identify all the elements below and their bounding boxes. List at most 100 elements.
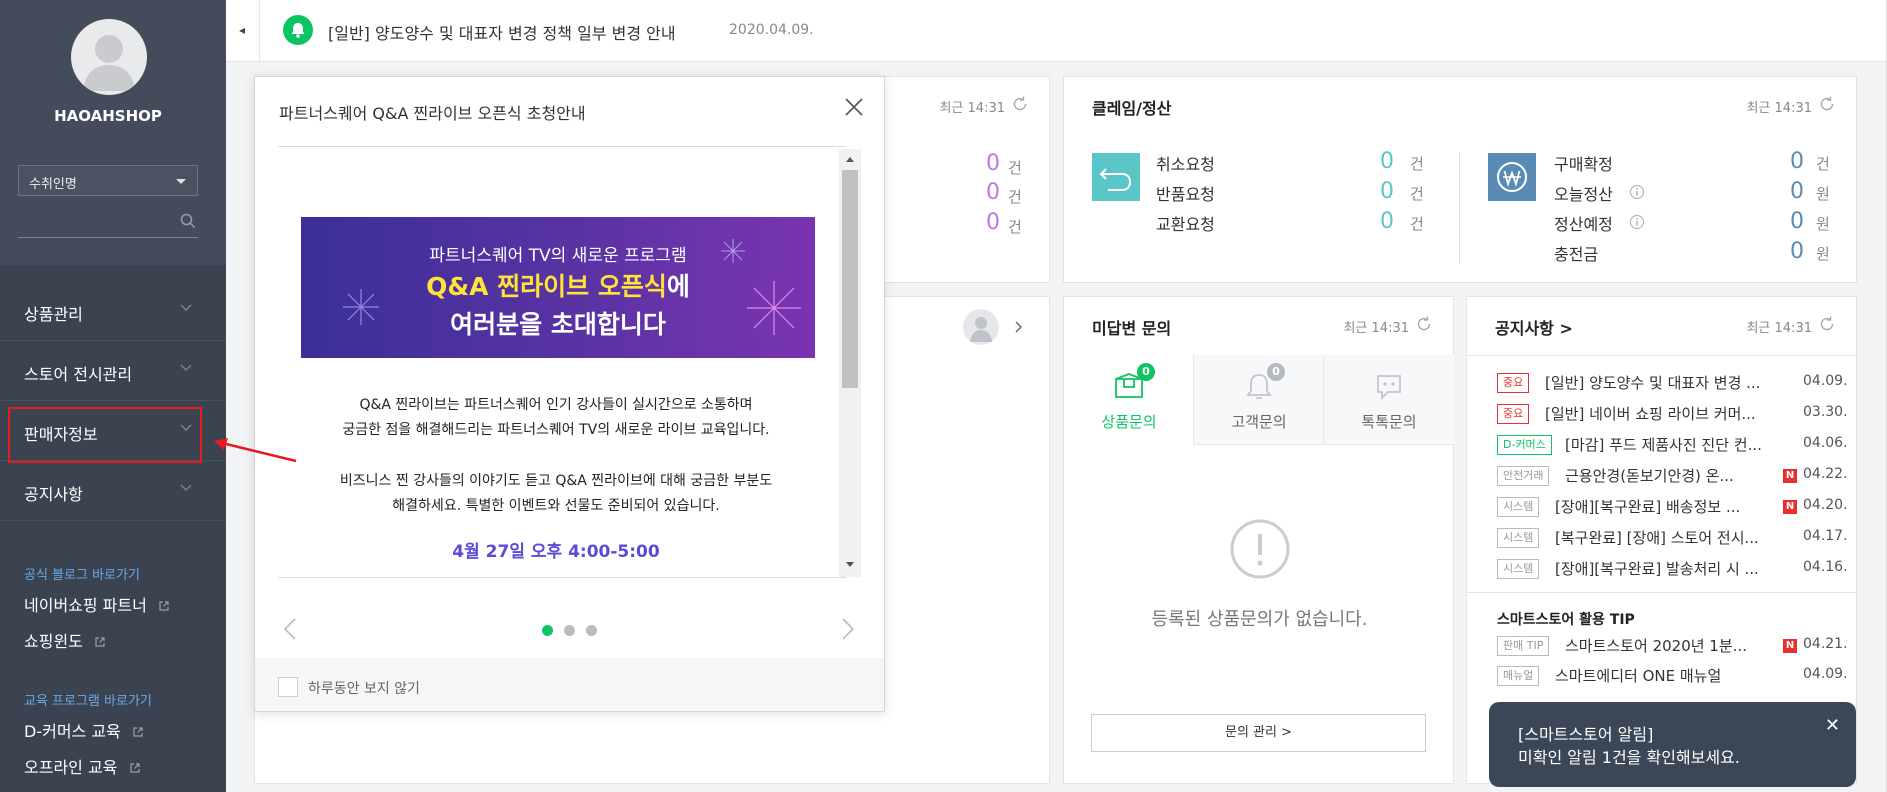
info-icon[interactable] [1629, 184, 1645, 200]
carousel-dot[interactable] [586, 625, 597, 636]
scroll-up-icon[interactable] [845, 155, 855, 163]
close-icon[interactable] [842, 95, 866, 119]
scrollbar[interactable] [839, 149, 861, 577]
notice-item[interactable]: 중요 [일반] 양도양수 및 대표자 변경 ... 04.09. [1467, 371, 1856, 395]
notices-title-link[interactable]: 공지사항 > [1495, 315, 1573, 339]
notice-headline-link[interactable]: [일반] 양도양수 및 대표자 변경 정책 일부 변경 안내 [328, 20, 676, 44]
claim-value[interactable]: 0 [1354, 149, 1394, 174]
count-unit: 건 [1008, 159, 1022, 177]
promo-banner[interactable]: 파트너스퀘어 TV의 새로운 프로그램 Q&A 찐라이브 오픈식에 여러분을 초… [301, 217, 815, 358]
settle-unit: 원 [1816, 185, 1830, 203]
carousel-next-icon[interactable] [841, 618, 855, 640]
carousel-dot-active[interactable] [542, 625, 553, 636]
link-offline-edu[interactable]: 오프라인 교육 [24, 754, 141, 778]
tip-text: 스마트스토어 2020년 1분... [1565, 637, 1747, 655]
refresh-icon[interactable] [1818, 315, 1836, 333]
tip-item[interactable]: 판매 TIP 스마트스토어 2020년 1분... N 04.21. [1467, 634, 1856, 658]
nav-label: 공지사항 [24, 485, 83, 504]
notice-item[interactable]: 시스템 [장애][복구완료] 배송정보 ... N 04.20. [1467, 495, 1856, 519]
divider [1467, 592, 1856, 593]
notice-item[interactable]: 안전거래 근용안경(돋보기안경) 온... N 04.22. [1467, 464, 1856, 488]
card-title: 클레임/정산 [1092, 99, 1172, 118]
chevron-right-icon[interactable] [1015, 321, 1023, 333]
refresh-icon[interactable] [1011, 95, 1029, 113]
sidebar: HAOAHSHOP 수취인명 상품관리 스토어 전시관리 판매자정보 공지사항 … [0, 0, 226, 792]
claim-value[interactable]: 0 [1354, 209, 1394, 234]
divider [1467, 355, 1856, 356]
blog-section-title: 공식 블로그 바로가기 [24, 568, 140, 583]
paragraph-line: 해결하세요. 특별한 이벤트와 선물도 준비되어 있습니다. [392, 498, 720, 514]
banner-headline: Q&A 찐라이브 오픈식에 [301, 267, 815, 303]
annotation-arrow-icon [214, 438, 297, 463]
carousel-dot[interactable] [564, 625, 575, 636]
external-link-icon [133, 727, 143, 737]
notice-date: 04.17. [1803, 528, 1848, 544]
nav-label: 상품관리 [24, 305, 83, 324]
unanswered-inquiries-card: 미답변 문의 최근 14:31 0 상품문의 0 고객문의 톡톡문의 등록된 상… [1063, 296, 1455, 784]
refresh-icon[interactable] [1415, 315, 1433, 333]
notice-text: [복구완료] [장애] 스토어 전시... [1555, 529, 1759, 547]
link-naver-shopping-partner[interactable]: 네이버쇼핑 파트너 [24, 592, 170, 616]
tip-item[interactable]: 매뉴얼 스마트에디터 ONE 매뉴얼 04.09. [1467, 664, 1856, 688]
scroll-down-icon[interactable] [845, 561, 855, 569]
modal-content-scroll[interactable]: 파트너스퀘어 TV의 새로운 프로그램 Q&A 찐라이브 오픈식에 여러분을 초… [278, 146, 846, 578]
sidebar-search-input[interactable] [18, 210, 198, 238]
card-title: 미답변 문의 [1092, 319, 1172, 338]
toast-title: [스마트스토어 알림] [1518, 725, 1654, 744]
claim-unit: 건 [1410, 215, 1424, 233]
search-icon[interactable] [180, 213, 196, 229]
notice-text: [마감] 푸드 제품사진 진단 컨... [1565, 436, 1762, 454]
modal-footer: 하루동안 보지 않기 [255, 658, 884, 711]
claim-unit: 건 [1410, 155, 1424, 173]
notification-toast[interactable]: [스마트스토어 알림] 미확인 알림 1건을 확인해보세요. ✕ [1489, 702, 1856, 787]
count-value[interactable]: 0 [960, 210, 1000, 235]
link-shopping-window[interactable]: 쇼핑윈도 [24, 628, 106, 652]
tab-talktalk-inquiry[interactable]: 톡톡문의 [1324, 355, 1455, 445]
tip-tag: 매뉴얼 [1497, 666, 1540, 686]
refresh-icon[interactable] [1818, 95, 1836, 113]
count-value[interactable]: 0 [960, 151, 1000, 176]
banner-highlight: Q&A 찐라이브 오픈식 [426, 272, 667, 301]
scroll-thumb[interactable] [842, 170, 858, 388]
sidebar-item-notices[interactable]: 공지사항 [0, 461, 226, 521]
settle-value[interactable]: 0 [1764, 239, 1804, 264]
tab-product-inquiry[interactable]: 0 상품문의 [1064, 355, 1194, 445]
won-coin-icon [1488, 153, 1536, 201]
settle-unit: 원 [1816, 215, 1830, 233]
paragraph-line: Q&A 찐라이브는 파트너스퀘어 인기 강사들이 실시간으로 소통하며 [359, 397, 753, 413]
count-value[interactable]: 0 [960, 180, 1000, 205]
recent-time: 최근 14:31 [1746, 321, 1812, 336]
close-icon[interactable]: ✕ [1825, 715, 1840, 736]
avatar[interactable] [71, 19, 147, 95]
settle-label: 구매확정 [1554, 155, 1613, 174]
info-icon[interactable] [1629, 214, 1645, 230]
settle-value[interactable]: 0 [1764, 149, 1804, 174]
dont-show-checkbox[interactable] [278, 677, 298, 697]
manage-inquiries-button[interactable]: 문의 관리 > [1091, 714, 1426, 752]
dont-show-label[interactable]: 하루동안 보지 않기 [308, 678, 420, 698]
notice-item[interactable]: D-커머스 [마감] 푸드 제품사진 진단 컨... 04.06. [1467, 433, 1856, 457]
sidebar-item-store-display[interactable]: 스토어 전시관리 [0, 341, 226, 401]
paragraph-line: 궁금한 점을 해결해드리는 파트너스퀘어 TV의 새로운 라이브 교육입니다. [342, 422, 770, 438]
return-arrow-icon [1092, 153, 1140, 201]
notice-tag: 안전거래 [1497, 466, 1550, 486]
notice-item[interactable]: 시스템 [복구완료] [장애] 스토어 전시... 04.17. [1467, 526, 1856, 550]
carousel-prev-icon[interactable] [283, 618, 297, 640]
notice-item[interactable]: 중요 [일반] 네이버 쇼핑 라이브 커머... 03.30. [1467, 402, 1856, 426]
new-badge: N [1783, 639, 1797, 653]
settle-value[interactable]: 0 [1764, 179, 1804, 204]
notice-item[interactable]: 시스템 [장애][복구완료] 발송처리 시 ... 04.16. [1467, 557, 1856, 581]
claim-settlement-card: 클레임/정산 최근 14:31 취소요청 0 건 반품요청 0 건 교환요청 0… [1063, 76, 1857, 283]
notice-text: [일반] 양도양수 및 대표자 변경 ... [1545, 374, 1761, 392]
tab-customer-inquiry[interactable]: 0 고객문의 [1194, 355, 1324, 445]
user-avatar-icon[interactable] [963, 309, 999, 345]
count-unit: 건 [1008, 218, 1022, 236]
settle-value[interactable]: 0 [1764, 209, 1804, 234]
search-type-select[interactable]: 수취인명 [18, 165, 198, 196]
link-label: 오프라인 교육 [24, 758, 118, 777]
new-badge: N [1783, 469, 1797, 483]
claim-value[interactable]: 0 [1354, 179, 1394, 204]
sidebar-item-products[interactable]: 상품관리 [0, 281, 226, 341]
link-d-commerce-edu[interactable]: D-커머스 교육 [24, 718, 144, 742]
sidebar-collapse-button[interactable]: ◂ [226, 0, 260, 62]
